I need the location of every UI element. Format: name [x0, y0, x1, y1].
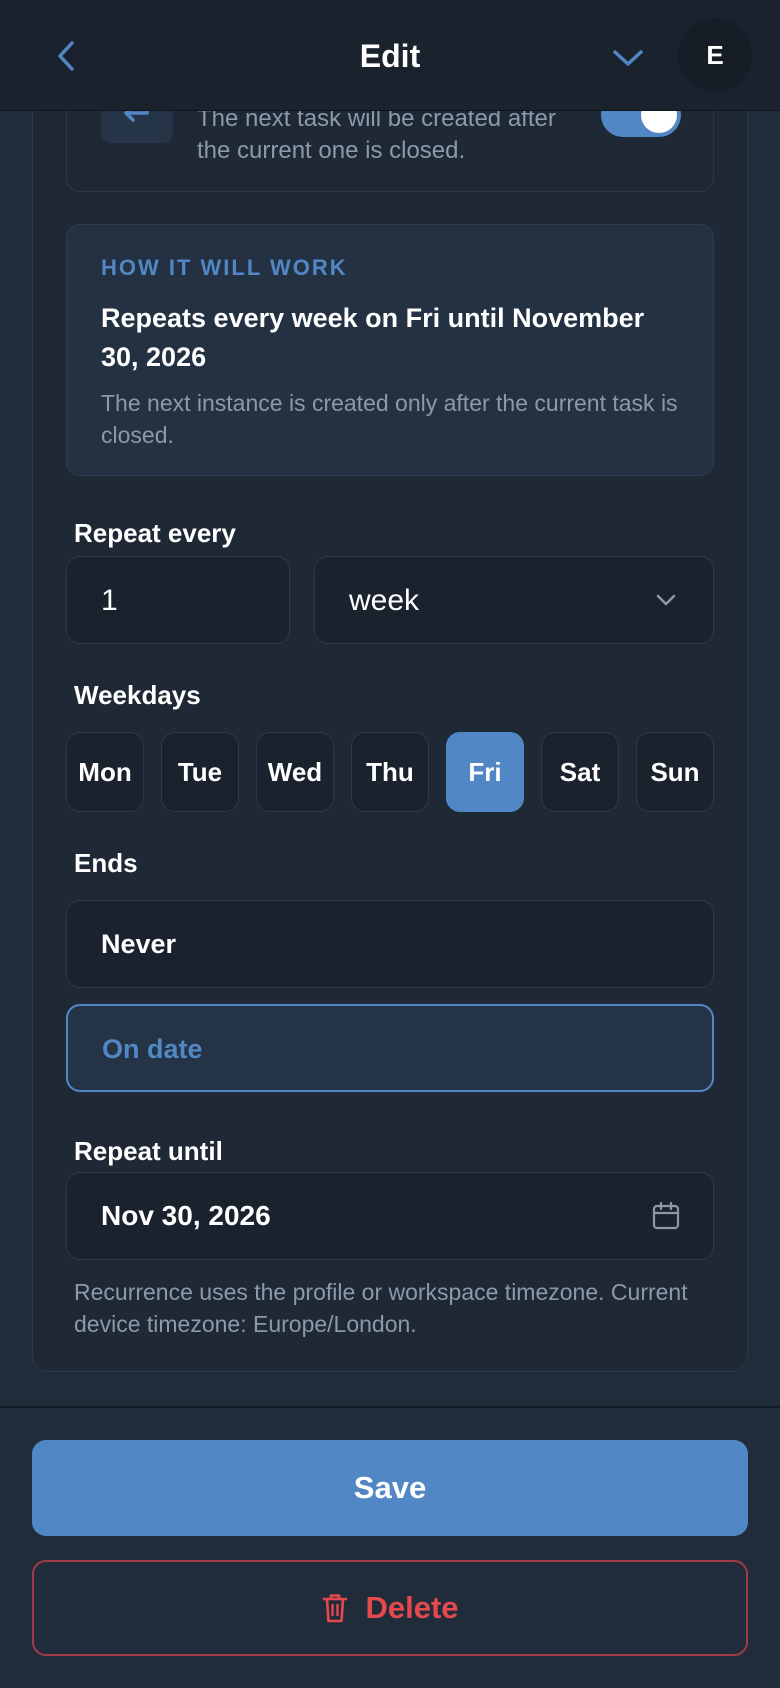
- page-title: Edit: [359, 38, 421, 74]
- repeat-after-close-description: The next task will be created after the …: [197, 105, 556, 164]
- weekday-mon[interactable]: Mon: [66, 732, 144, 812]
- timezone-note: Recurrence uses the profile or workspace…: [74, 1279, 688, 1337]
- summary-heading: HOW IT WILL WORK: [101, 255, 348, 280]
- weekdays-label: Weekdays: [74, 680, 201, 710]
- save-button[interactable]: Save: [32, 1440, 748, 1536]
- repeat-until-label: Repeat until: [74, 1136, 223, 1166]
- weekday-fri[interactable]: Fri: [446, 732, 524, 812]
- ends-label: Ends: [74, 848, 138, 878]
- action-footer: Save Delete: [0, 1406, 780, 1688]
- trash-icon: [321, 1592, 349, 1624]
- avatar[interactable]: E: [678, 18, 752, 92]
- ends-never-option[interactable]: Never: [66, 900, 714, 988]
- repeat-until-date-field[interactable]: Nov 30, 2026: [66, 1172, 714, 1260]
- top-app-bar: Edit E: [0, 0, 780, 111]
- repeat-every-label: Repeat every: [74, 518, 236, 548]
- collapse-button[interactable]: [606, 36, 650, 80]
- weekday-thu[interactable]: Thu: [351, 732, 429, 812]
- chevron-down-icon: [611, 47, 645, 69]
- weekday-sat[interactable]: Sat: [541, 732, 619, 812]
- weekday-wed[interactable]: Wed: [256, 732, 334, 812]
- chevron-down-icon: [653, 587, 679, 613]
- ends-on-date-option[interactable]: On date: [66, 1004, 714, 1092]
- weekday-tue[interactable]: Tue: [161, 732, 239, 812]
- delete-button[interactable]: Delete: [32, 1560, 748, 1656]
- calendar-icon[interactable]: [649, 1199, 683, 1233]
- weekday-sun[interactable]: Sun: [636, 732, 714, 812]
- repeat-interval-input[interactable]: 1: [66, 556, 290, 644]
- repeat-unit-value: week: [349, 584, 420, 617]
- how-it-will-work-panel: HOW IT WILL WORK Repeats every week on F…: [66, 224, 714, 476]
- summary-text: Repeats every week on Fri until November…: [101, 303, 645, 372]
- repeat-until-value: Nov 30, 2026: [101, 1200, 271, 1231]
- edit-page: The next task will be created after the …: [0, 0, 780, 1688]
- delete-label: Delete: [365, 1590, 459, 1625]
- repeat-unit-select[interactable]: week: [314, 556, 714, 644]
- summary-note: The next instance is created only after …: [101, 390, 678, 448]
